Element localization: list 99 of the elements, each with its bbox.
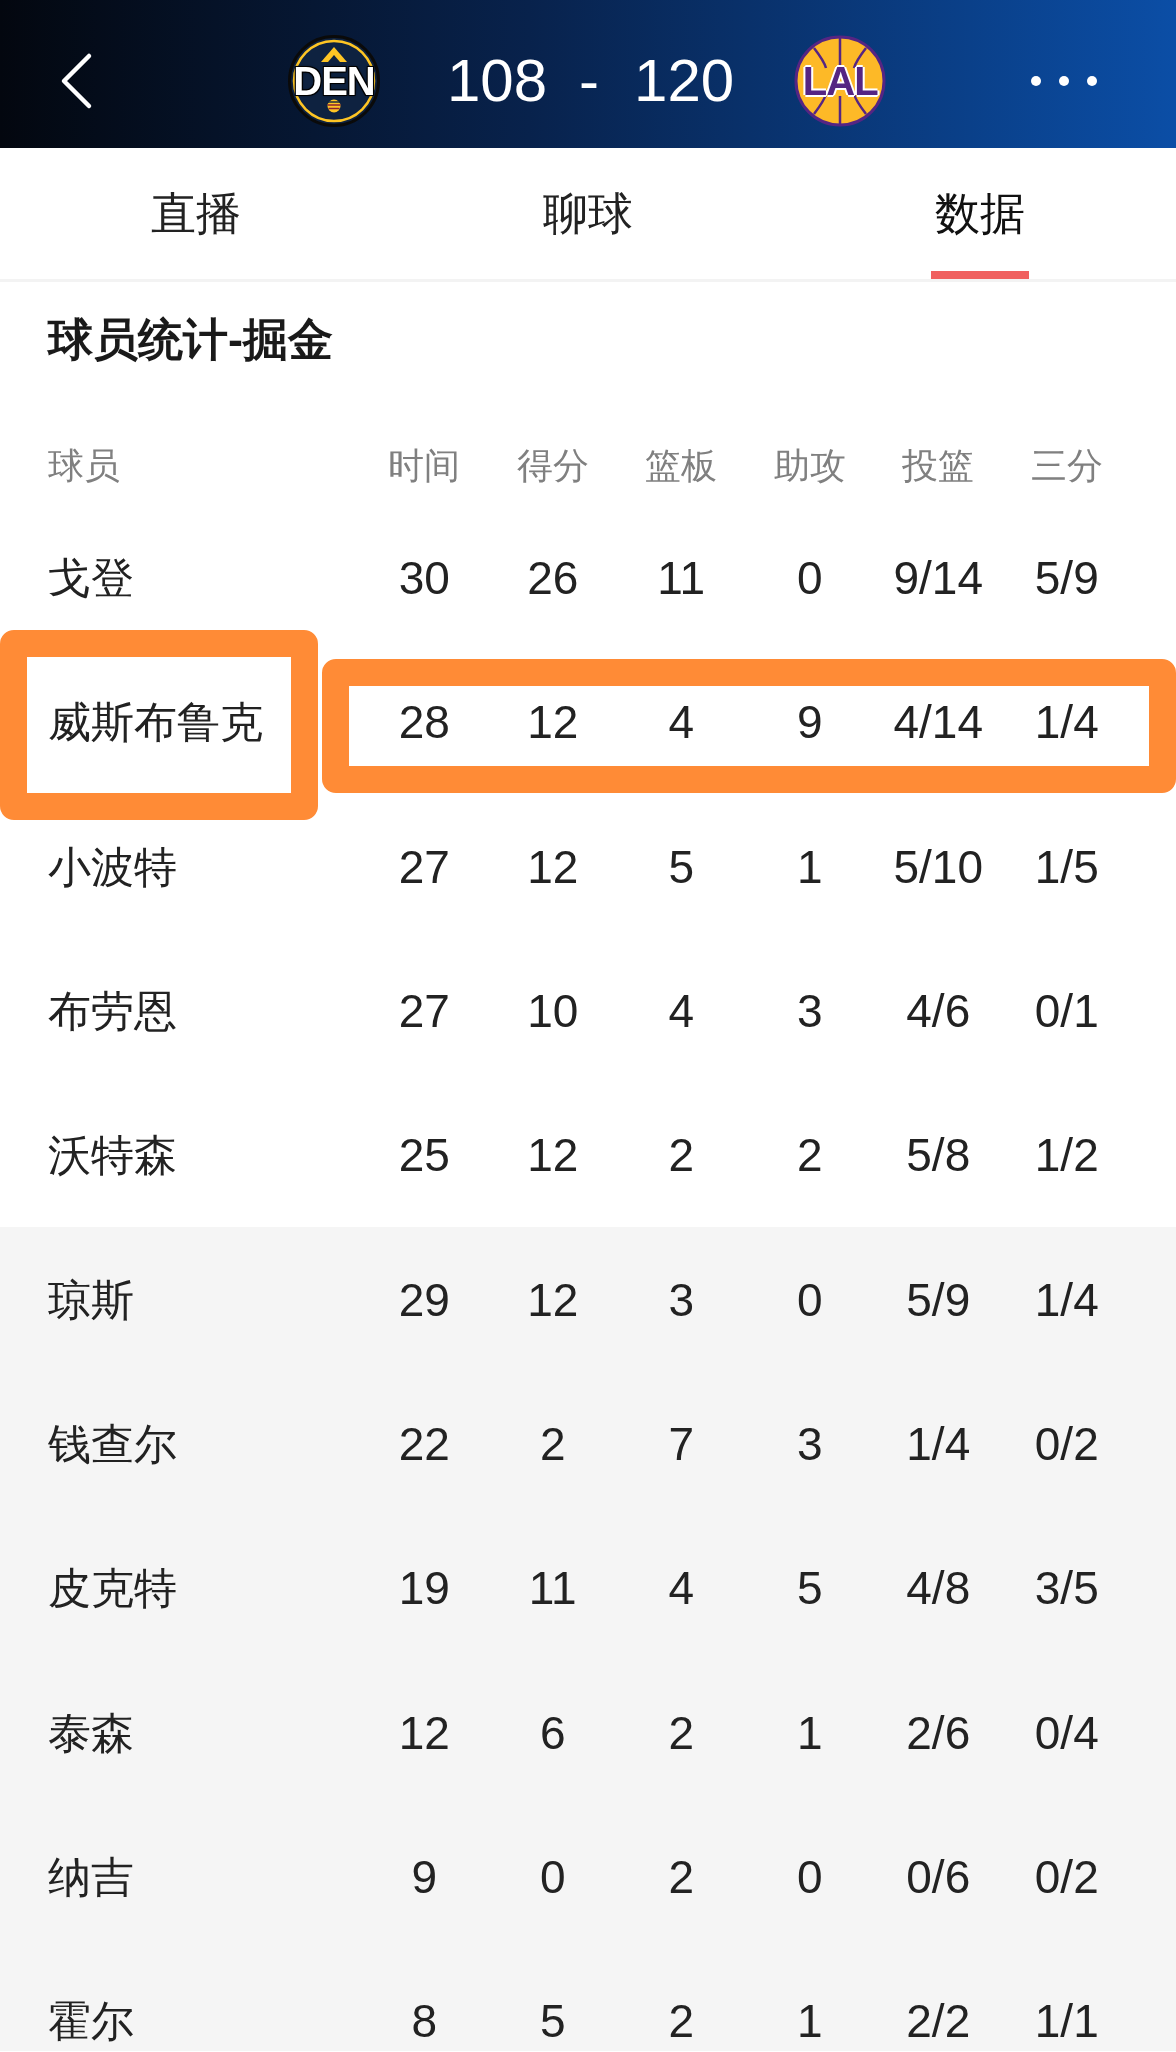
stat-value: 0: [795, 551, 824, 607]
player-name: 霍尔: [47, 1995, 135, 2047]
stat-value: 1/5: [1033, 839, 1100, 895]
stat-value: 5: [795, 1561, 824, 1617]
basketball-icon: [794, 35, 887, 127]
stat-value: 9: [410, 1849, 439, 1905]
section-title: 球员统计-掘金: [48, 313, 334, 367]
stat-value: 5/9: [905, 1272, 972, 1328]
player-name: 布劳恩: [47, 986, 178, 1038]
team-abbreviation: LAL: [802, 61, 878, 101]
stat-value: 10: [526, 984, 580, 1040]
stat-value: 19: [397, 1561, 451, 1617]
stat-value: 12: [526, 839, 580, 895]
stat-value: 3: [667, 1272, 696, 1328]
stat-value: 3: [795, 1416, 824, 1472]
stat-value: 2/2: [905, 1993, 972, 2049]
player-name: 沃特森: [47, 1130, 178, 1182]
stat-value: 26: [526, 551, 580, 607]
column-heading: 篮板: [644, 444, 719, 488]
stat-value: 28: [397, 695, 451, 751]
stat-value: 2: [667, 1128, 696, 1184]
player-name: 戈登: [47, 553, 135, 605]
team-abbreviation: DEN: [293, 61, 375, 101]
stat-value: 1/2: [1033, 1128, 1100, 1184]
stat-value: 1: [795, 839, 824, 895]
player-name: 钱查尔: [47, 1418, 178, 1470]
stat-value: 0: [795, 1272, 824, 1328]
stat-value: 0: [795, 1849, 824, 1905]
stat-value: 5/10: [892, 839, 984, 895]
stat-value: 5/8: [905, 1128, 972, 1184]
stat-value: 1/1: [1033, 1993, 1100, 2049]
stat-value: 5: [667, 839, 696, 895]
player-name: 泰森: [47, 1707, 135, 1759]
stat-value: 5/9: [1033, 551, 1100, 607]
tab[interactable]: 直播: [147, 148, 245, 279]
stat-value: 2/6: [905, 1705, 972, 1761]
stat-value: 11: [527, 1561, 578, 1617]
stat-value: 4: [667, 1561, 696, 1617]
stat-value: 0/2: [1033, 1849, 1100, 1905]
stat-value: 2: [795, 1128, 824, 1184]
stat-value: 4/6: [905, 984, 972, 1040]
stat-value: 7: [667, 1416, 696, 1472]
player-name: 小波特: [47, 841, 178, 893]
stat-value: 2: [538, 1416, 567, 1472]
stat-value: 2: [667, 1705, 696, 1761]
stat-value: 0/2: [1033, 1416, 1100, 1472]
stat-value: 9/14: [892, 551, 984, 607]
emblem-icon: [288, 35, 380, 127]
stat-value: 12: [526, 695, 580, 751]
stat-value: 8: [410, 1993, 439, 2049]
stat-value: 29: [397, 1272, 451, 1328]
stat-value: 1: [795, 1993, 824, 2049]
stat-value: 0: [538, 1849, 567, 1905]
column-heading: 球员: [47, 444, 121, 488]
stat-value: 0/1: [1033, 984, 1100, 1040]
stat-value: 2: [667, 1993, 696, 2049]
stat-value: 12: [526, 1128, 580, 1184]
more-icon: [1031, 76, 1097, 86]
stat-value: 2: [667, 1849, 696, 1905]
team-score: 120: [634, 51, 735, 111]
stat-value: 4: [667, 984, 696, 1040]
stat-value: 4/8: [905, 1561, 972, 1617]
stat-value: 1/4: [1033, 1272, 1100, 1328]
stat-value: 1: [795, 1705, 824, 1761]
stat-value: 5: [538, 1993, 567, 2049]
more-button[interactable]: [1031, 76, 1097, 86]
player-name: 威斯布鲁克: [47, 697, 264, 749]
stat-value: 1/4: [1033, 695, 1100, 751]
player-name: 皮克特: [47, 1563, 178, 1615]
column-heading: 助攻: [772, 444, 847, 488]
tab[interactable]: 聊球: [539, 148, 637, 279]
player-name: 纳吉: [47, 1851, 135, 1903]
stat-value: 6: [538, 1705, 567, 1761]
stat-value: 3: [795, 984, 824, 1040]
stat-value: 3/5: [1033, 1561, 1100, 1617]
stat-value: 0/6: [905, 1849, 972, 1905]
stat-value: 27: [397, 839, 451, 895]
back-icon: [59, 52, 93, 110]
stat-value: 12: [526, 1272, 580, 1328]
stat-value: 1/4: [905, 1416, 972, 1472]
column-heading: 得分: [515, 444, 590, 488]
team-score: 108: [447, 51, 548, 111]
stat-value: 12: [397, 1705, 451, 1761]
stat-value: 11: [656, 551, 707, 607]
stat-value: 4/14: [892, 695, 984, 751]
stat-value: 4: [667, 695, 696, 751]
score-separator: -: [579, 51, 600, 111]
stat-value: 9: [795, 695, 824, 751]
column-heading: 投篮: [901, 444, 976, 488]
column-heading: 三分: [1029, 444, 1104, 488]
stat-value: 25: [397, 1128, 451, 1184]
stat-value: 30: [397, 551, 451, 607]
player-name: 琼斯: [47, 1274, 135, 1326]
stat-value: 22: [397, 1416, 451, 1472]
tab[interactable]: 数据: [931, 148, 1029, 279]
back-button[interactable]: [59, 52, 93, 110]
column-heading: 时间: [387, 444, 462, 488]
stat-value: 0/4: [1033, 1705, 1100, 1761]
stat-value: 27: [397, 984, 451, 1040]
